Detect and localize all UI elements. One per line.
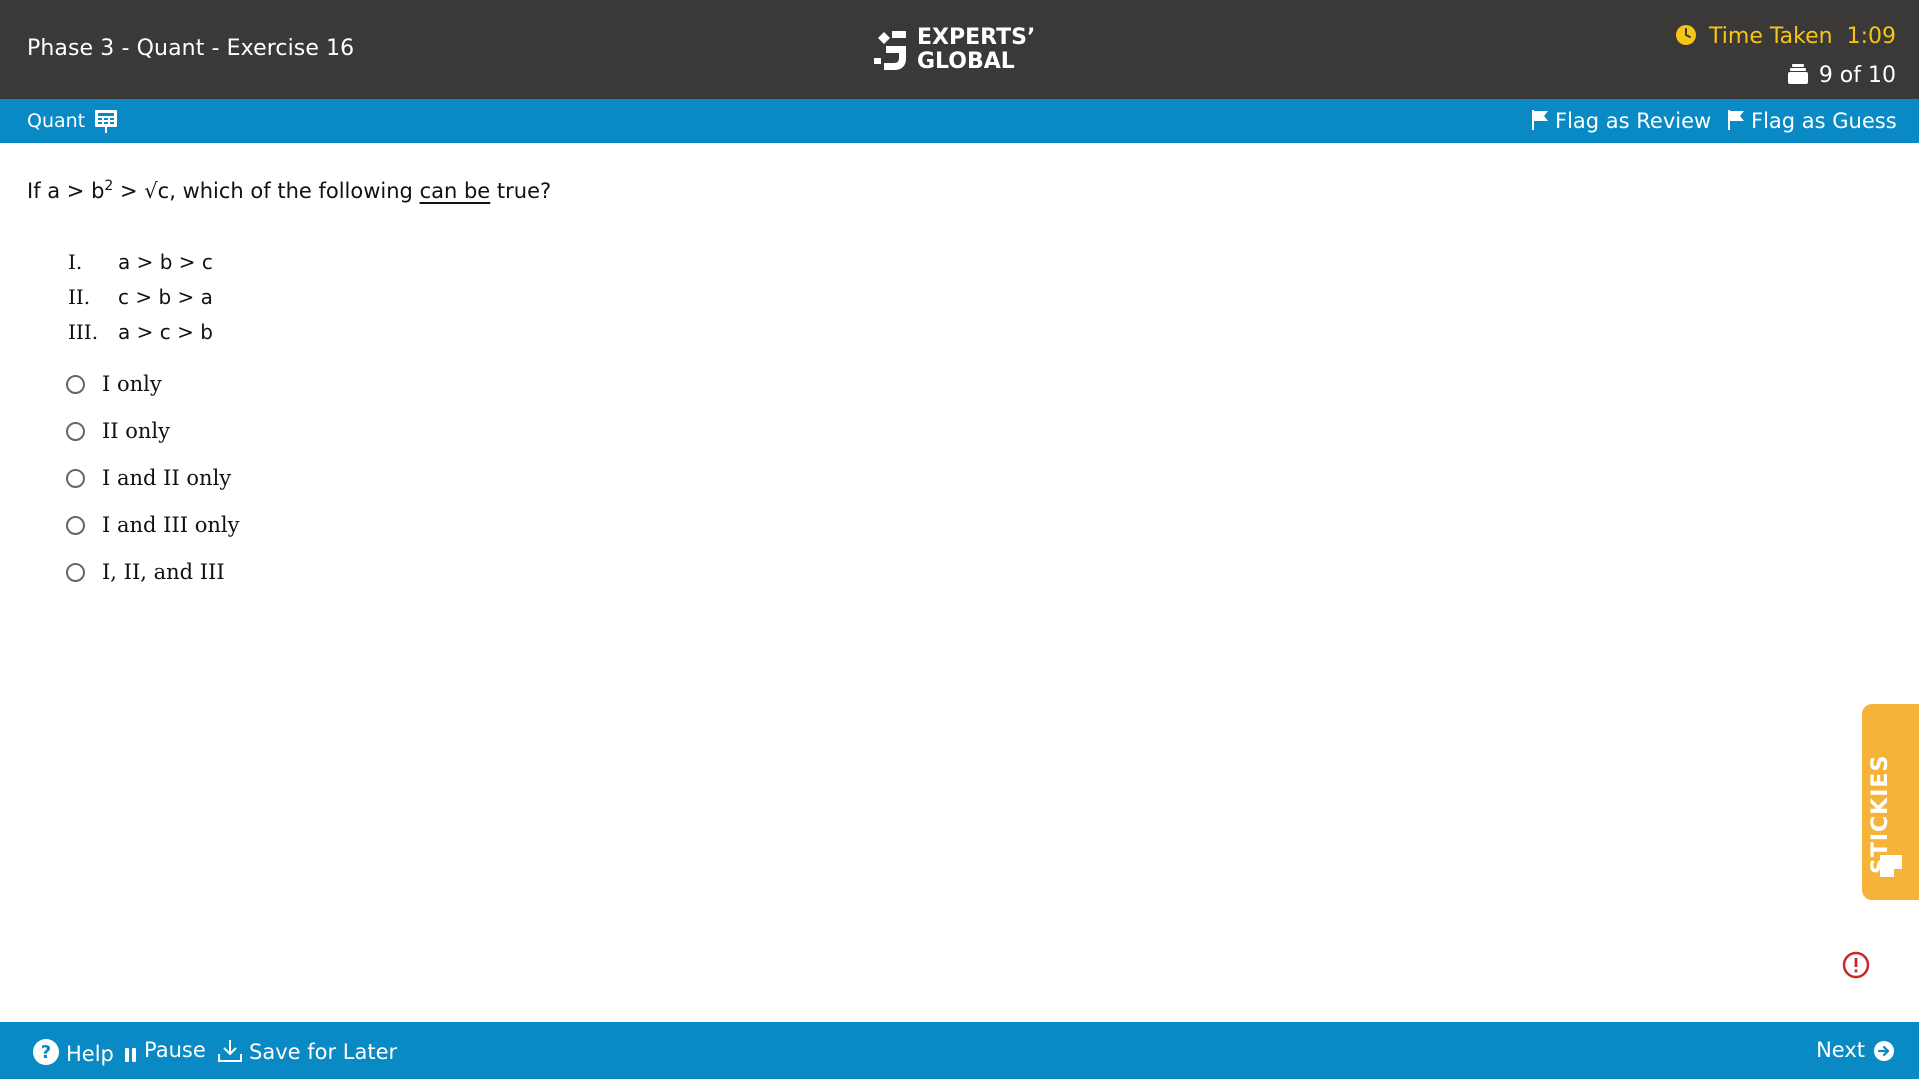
flag-guess-label: Flag as Guess xyxy=(1751,109,1897,133)
timer-value: 1:09 xyxy=(1846,24,1896,49)
logo-text-bottom: GLOBAL xyxy=(917,49,1015,74)
radio-button[interactable] xyxy=(66,422,85,441)
radio-button[interactable] xyxy=(66,469,85,488)
timer-label: Time Taken xyxy=(1709,24,1833,49)
statement-item: I. a > b > c xyxy=(68,250,213,274)
answer-option-c[interactable]: I and II only xyxy=(66,466,239,513)
help-icon: ? xyxy=(33,1039,59,1065)
flag-as-review-button[interactable]: Flag as Review xyxy=(1531,109,1711,133)
statement-item: II. c > b > a xyxy=(68,285,213,309)
flag-icon xyxy=(1728,110,1744,130)
radio-button[interactable] xyxy=(66,375,85,394)
pause-icon xyxy=(125,1048,136,1062)
calculator-icon[interactable] xyxy=(94,108,118,134)
save-label: Save for Later xyxy=(249,1040,398,1064)
roman-statements: I. a > b > c II. c > b > a III. a > c > b xyxy=(68,250,213,355)
stickies-tab[interactable]: STICKIES xyxy=(1862,704,1919,900)
answer-options: I only II only I and II only I and III o… xyxy=(66,372,239,607)
question-stack-icon xyxy=(1787,64,1808,84)
pause-button[interactable]: Pause xyxy=(124,1038,206,1062)
logo-mark-icon xyxy=(874,31,906,70)
question-counter-text: 9 of 10 xyxy=(1818,63,1896,88)
exercise-title: Phase 3 - Quant - Exercise 16 xyxy=(27,36,355,61)
question-stem: If a > b2 > √c, which of the following c… xyxy=(27,178,552,203)
section-bar: Quant Flag as Review Flag as Guess xyxy=(0,99,1919,143)
pause-label: Pause xyxy=(144,1038,206,1062)
next-label: Next xyxy=(1816,1038,1865,1062)
section-label: Quant xyxy=(27,110,86,132)
answer-option-e[interactable]: I, II, and III xyxy=(66,560,239,607)
flag-as-guess-button[interactable]: Flag as Guess xyxy=(1727,109,1897,133)
question-counter: 9 of 10 xyxy=(1787,63,1896,88)
bottom-toolbar: ? Help Pause Save for Later Next xyxy=(0,1022,1919,1079)
answer-option-b[interactable]: II only xyxy=(66,419,239,466)
flag-review-label: Flag as Review xyxy=(1555,109,1712,133)
save-for-later-button[interactable]: Save for Later xyxy=(217,1038,397,1064)
logo-text-top: EXPERTS’ xyxy=(917,25,1036,50)
help-button[interactable]: ? Help xyxy=(32,1038,114,1066)
radio-button[interactable] xyxy=(66,516,85,535)
answer-option-d[interactable]: I and III only xyxy=(66,513,239,560)
time-taken: Time Taken 1:09 xyxy=(1675,24,1896,49)
warning-icon[interactable] xyxy=(1842,951,1870,979)
next-button[interactable]: Next xyxy=(1816,1038,1895,1062)
answer-option-a[interactable]: I only xyxy=(66,372,239,419)
sticky-note-icon xyxy=(1880,855,1902,877)
statement-item: III. a > c > b xyxy=(68,320,213,344)
arrow-right-circle-icon xyxy=(1874,1041,1894,1061)
emphasis-text: can be xyxy=(419,179,491,203)
help-label: Help xyxy=(66,1042,114,1066)
clock-icon xyxy=(1676,25,1697,45)
flag-icon xyxy=(1532,110,1548,130)
top-header: Phase 3 - Quant - Exercise 16 EXPERTS’ G… xyxy=(0,0,1919,99)
download-icon xyxy=(218,1040,242,1062)
svg-text:?: ? xyxy=(41,1042,51,1063)
radio-button[interactable] xyxy=(66,563,85,582)
